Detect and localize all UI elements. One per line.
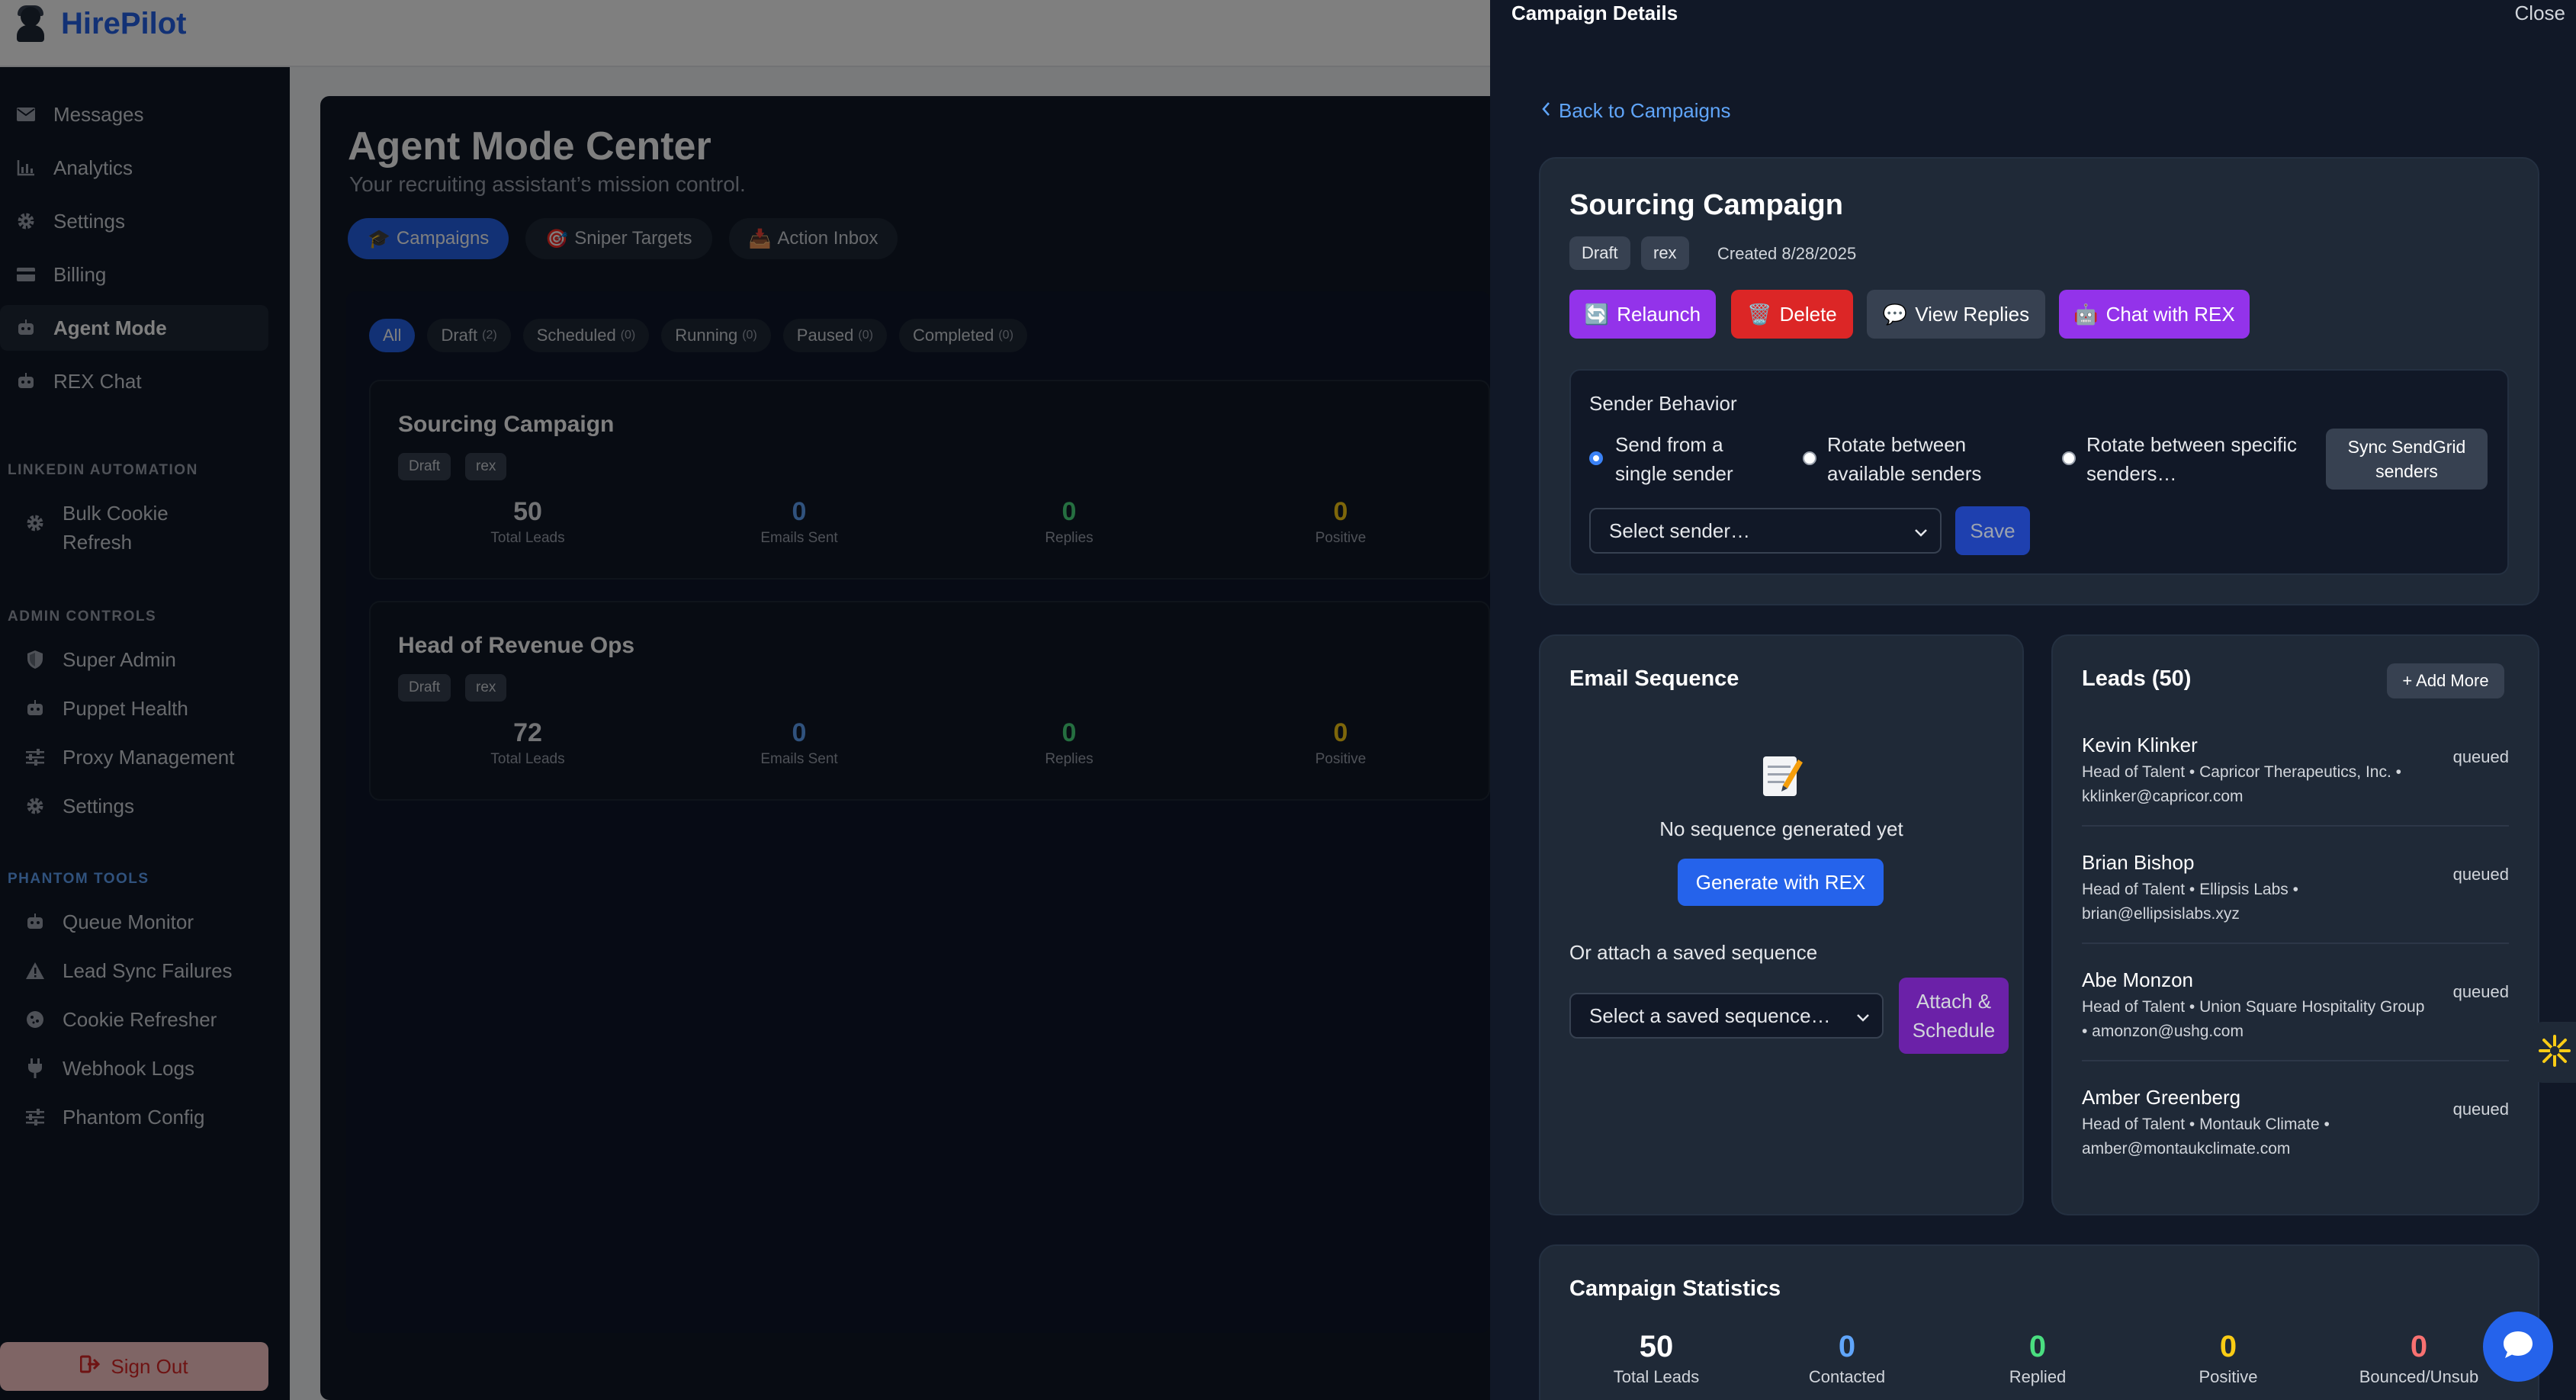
status-badge: Draft — [1569, 236, 1630, 270]
relaunch-button[interactable]: 🔄 Relaunch — [1569, 290, 1716, 339]
lead-details: Head of Talent • Ellipsis Labs • — [2082, 881, 2298, 898]
chat-launcher-button[interactable] — [2483, 1312, 2553, 1382]
stat-label: Replied — [2009, 1367, 2067, 1386]
label-line-1: Attach & — [1916, 990, 1992, 1013]
button-label: Delete — [1779, 302, 1837, 326]
created-date: Created 8/28/2025 — [1717, 244, 1857, 263]
refresh-icon: 🔄 — [1584, 302, 1610, 326]
robot-icon: 🤖 — [2073, 302, 2099, 326]
trash-icon: 🗑️ — [1747, 302, 1772, 326]
label-line-2: senders… — [2086, 462, 2177, 485]
back-to-campaigns-link[interactable]: Back to Campaigns — [1540, 99, 1730, 123]
button-label: View Replies — [1915, 302, 2030, 326]
radio-label: Send from a single sender — [1615, 430, 1733, 488]
lead-name: Brian Bishop — [2082, 851, 2195, 874]
stat-contacted: 0 Contacted — [1755, 1330, 1938, 1387]
campaign-title: Sourcing Campaign — [1569, 189, 1843, 221]
lead-item[interactable]: Abe Monzon Head of Talent • Union Square… — [2082, 968, 2509, 1044]
lead-email: kklinker@capricor.com — [2082, 788, 2244, 805]
lead-name: Abe Monzon — [2082, 968, 2193, 991]
label-line-1: Send from a — [1615, 433, 1723, 456]
radio-single-sender[interactable] — [1589, 451, 1603, 465]
stat-replied: 0 Replied — [1946, 1330, 2129, 1387]
view-replies-button[interactable]: 💬 View Replies — [1867, 290, 2045, 339]
divider — [2082, 942, 2509, 944]
lead-status: queued — [2452, 1100, 2509, 1119]
sparkle-widget-tab[interactable] — [2533, 1022, 2576, 1083]
close-button[interactable]: Close — [2515, 2, 2565, 25]
stat-value: 0 — [2028, 1330, 2047, 1363]
memo-icon — [1760, 752, 1803, 798]
radio-rotate-specific[interactable] — [2062, 451, 2076, 465]
divider — [2082, 825, 2509, 827]
label-line-2: single sender — [1615, 462, 1733, 485]
owner-badge: rex — [1641, 236, 1689, 270]
email-sequence-heading: Email Sequence — [1569, 666, 1739, 691]
lead-email: amber@montaukclimate.com — [2082, 1140, 2291, 1158]
lead-details: Head of Talent • Capricor Therapeutics, … — [2082, 763, 2401, 781]
radio-label: Rotate between available senders — [1827, 430, 1981, 488]
label-line-1: Sync SendGrid — [2347, 437, 2466, 457]
label-line-1: Rotate between specific — [2086, 433, 2298, 456]
saved-sequence-select[interactable]: Select a saved sequence… — [1569, 993, 1884, 1039]
stat-positive: 0 Positive — [2137, 1330, 2320, 1387]
label-line-2: available senders — [1827, 462, 1982, 485]
attach-sequence-heading: Or attach a saved sequence — [1569, 941, 1818, 964]
delete-button[interactable]: 🗑️ Delete — [1731, 290, 1853, 339]
stat-value: 0 — [1838, 1330, 1856, 1363]
stat-label: Contacted — [1808, 1367, 1886, 1386]
back-label: Back to Campaigns — [1559, 99, 1731, 122]
button-label: Generate with REX — [1695, 870, 1866, 894]
stat-label: Total Leads — [1613, 1367, 1700, 1386]
label-line-1: Rotate between — [1827, 433, 1967, 456]
label-line-2: Schedule — [1912, 1019, 1996, 1042]
save-sender-button[interactable]: Save — [1955, 506, 2030, 555]
generate-with-rex-button[interactable]: Generate with REX — [1678, 859, 1884, 906]
lead-status: queued — [2452, 865, 2509, 884]
select-value: Select a saved sequence… — [1589, 1003, 1831, 1027]
chat-with-rex-button[interactable]: 🤖 Chat with REX — [2059, 290, 2250, 339]
stat-value: 50 — [1639, 1330, 1674, 1363]
lead-details: Head of Talent • Montauk Climate • — [2082, 1116, 2330, 1133]
radio-rotate-available[interactable] — [1803, 451, 1816, 465]
stat-total-leads: 50 Total Leads — [1565, 1330, 1748, 1387]
lead-item[interactable]: Amber Greenberg Head of Talent • Montauk… — [2082, 1086, 2509, 1161]
divider — [2082, 1060, 2509, 1061]
sparkle-icon — [2538, 1034, 2571, 1071]
attach-schedule-button[interactable]: Attach & Schedule — [1899, 978, 2009, 1054]
stat-label: Bounced/Unsub — [2359, 1367, 2479, 1386]
stat-label: Positive — [2199, 1367, 2258, 1386]
lead-item[interactable]: Brian Bishop Head of Talent • Ellipsis L… — [2082, 851, 2509, 926]
chevron-down-icon — [1914, 519, 1928, 543]
campaign-details-drawer: Campaign Details Close Back to Campaigns… — [1490, 0, 2576, 1400]
campaign-statistics-heading: Campaign Statistics — [1569, 1276, 1781, 1301]
chevron-left-icon — [1540, 99, 1551, 123]
leads-heading: Leads (50) — [2082, 666, 2192, 691]
add-more-button[interactable]: + Add More — [2387, 663, 2504, 698]
radio-label: Rotate between specific senders… — [2086, 430, 2297, 488]
lead-email: • amonzon@ushg.com — [2082, 1023, 2244, 1040]
label-line-2: senders — [2375, 461, 2438, 481]
stat-value: 0 — [2219, 1330, 2237, 1363]
lead-name: Kevin Klinker — [2082, 734, 2198, 756]
lead-details: Head of Talent • Union Square Hospitalit… — [2082, 998, 2425, 1016]
drawer-title: Campaign Details — [1511, 2, 1678, 24]
sender-select[interactable]: Select sender… — [1589, 508, 1942, 554]
chevron-down-icon — [1856, 1004, 1870, 1028]
lead-status: queued — [2452, 982, 2509, 1001]
select-value: Select sender… — [1609, 519, 1750, 542]
email-sequence-panel — [1539, 634, 2024, 1215]
lead-email: brian@ellipsislabs.xyz — [2082, 905, 2240, 923]
sync-sendgrid-button[interactable]: Sync SendGrid senders — [2326, 429, 2488, 490]
button-label: Relaunch — [1617, 302, 1701, 326]
lead-name: Amber Greenberg — [2082, 1086, 2241, 1109]
chat-icon — [2502, 1330, 2534, 1364]
lead-status: queued — [2452, 747, 2509, 766]
sender-behavior-heading: Sender Behavior — [1589, 392, 1737, 415]
speech-bubble-icon: 💬 — [1882, 302, 1908, 326]
lead-item[interactable]: Kevin Klinker Head of Talent • Capricor … — [2082, 734, 2509, 809]
button-label: Chat with REX — [2105, 302, 2235, 326]
stat-bounced-unsub: 0 Bounced/Unsub — [2327, 1330, 2510, 1387]
empty-state-text: No sequence generated yet — [1659, 817, 1903, 840]
